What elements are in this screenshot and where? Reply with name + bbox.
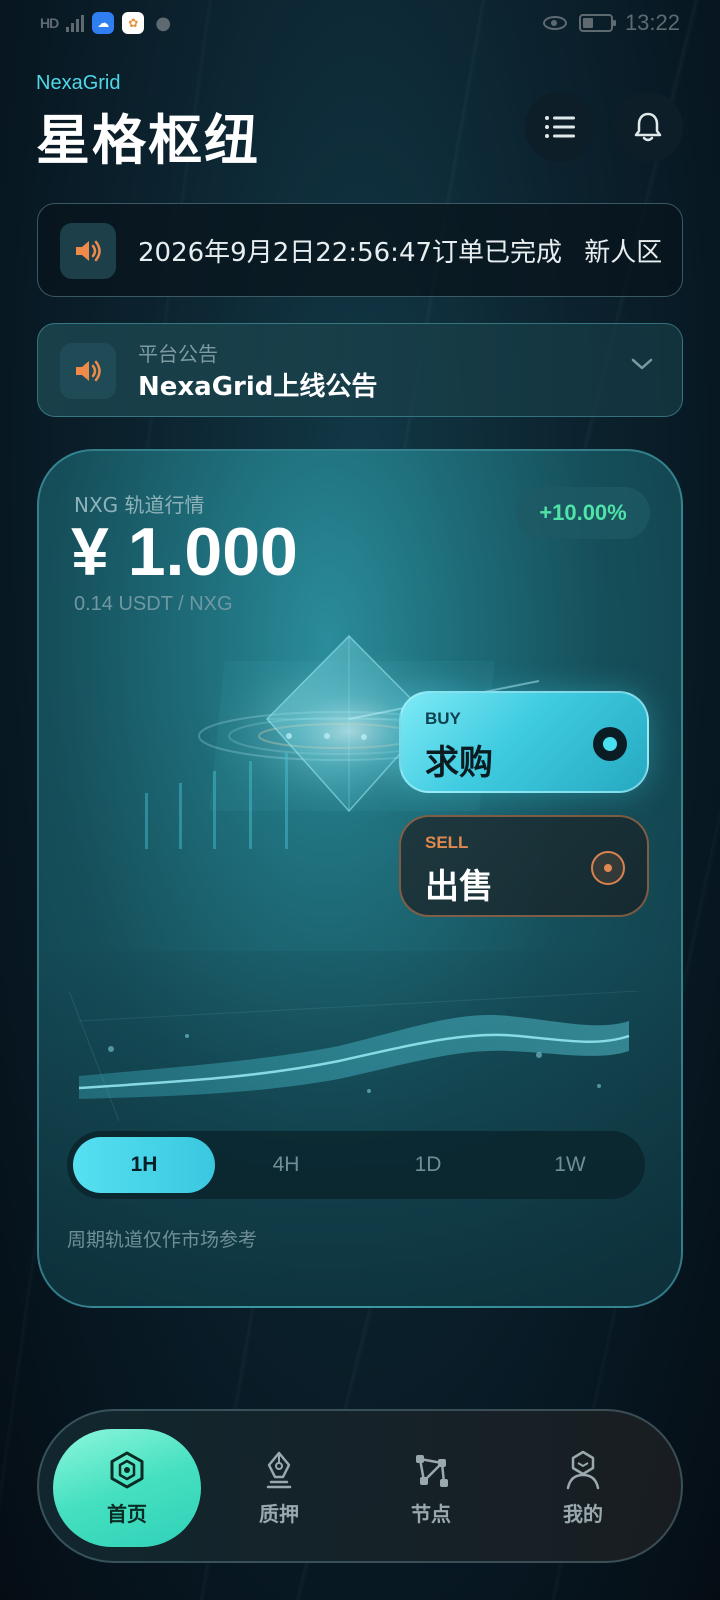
eye-icon	[542, 16, 567, 30]
stake-pen-icon	[266, 1451, 292, 1488]
platform-notice[interactable]: 平台公告 NexaGrid上线公告	[37, 323, 683, 417]
orbit-wave-illustration	[68, 991, 640, 1121]
sell-indicator-icon	[591, 851, 625, 885]
cloud-app-icon: ☁	[92, 12, 115, 34]
price-change-badge: +10.00%	[516, 487, 650, 539]
brand-english: NexaGrid	[36, 72, 121, 94]
notice-title: NexaGrid上线公告	[138, 372, 378, 402]
bottom-nav: 首页 质押 节点 我的	[37, 1409, 683, 1563]
market-usdt-rate: 0.14 USDT / NXG	[74, 593, 233, 615]
period-note: 周期轨道仅作市场参考	[67, 1229, 258, 1251]
ticker-text: 2026年9月2日22:56:47订单已完成 新人区	[138, 232, 678, 269]
nav-item-profile[interactable]: 我的	[509, 1429, 657, 1547]
buy-button[interactable]: BUY 求购	[399, 691, 649, 793]
buy-tag: BUY	[425, 709, 461, 728]
buy-label: 求购	[425, 743, 493, 783]
nav-item-stake[interactable]: 质押	[205, 1429, 353, 1547]
node-network-icon	[416, 1454, 448, 1487]
speaker-icon	[76, 360, 101, 382]
status-time: 13:22	[624, 10, 680, 35]
page-title: 星格枢纽	[36, 109, 260, 172]
signal-icon	[66, 14, 85, 32]
status-left: HD ☁ ✿ ●	[40, 12, 174, 34]
notice-speaker	[60, 343, 116, 399]
expand-notice-button[interactable]	[630, 356, 654, 376]
market-card: NXG 轨道行情 ¥ 1.000 0.14 USDT / NXG +10.00%	[37, 449, 683, 1308]
sell-tag: SELL	[425, 833, 469, 852]
photos-app-icon: ✿	[122, 12, 145, 34]
notice-label: 平台公告	[138, 342, 218, 366]
sell-label: 出售	[425, 867, 493, 907]
nav-label-profile: 我的	[563, 1501, 603, 1526]
chevron-down-icon	[631, 358, 653, 370]
ticker-message-next: 新人区	[584, 238, 663, 268]
bell-icon	[634, 112, 662, 142]
period-tab-1h[interactable]: 1H	[73, 1137, 215, 1193]
chat-app-icon: ●	[155, 12, 172, 34]
ticker-speaker	[60, 223, 116, 279]
order-ticker[interactable]: 2026年9月2日22:56:47订单已完成 新人区	[37, 203, 683, 297]
speaker-icon	[76, 240, 101, 262]
status-bar: HD ☁ ✿ ● 13:22	[0, 0, 720, 48]
notifications-button[interactable]	[613, 92, 683, 162]
profile-icon	[566, 1450, 600, 1489]
battery-icon	[578, 14, 616, 32]
nav-label-stake: 质押	[259, 1501, 299, 1526]
menu-button[interactable]	[525, 92, 595, 162]
menu-list-icon	[545, 116, 575, 138]
market-price: ¥ 1.000	[71, 514, 298, 590]
period-tab-1w[interactable]: 1W	[499, 1137, 641, 1193]
ticker-message: 2026年9月2日22:56:47订单已完成	[138, 238, 563, 268]
network-badge: HD	[40, 15, 59, 31]
buy-indicator-icon	[593, 727, 627, 761]
nav-item-node[interactable]: 节点	[357, 1429, 505, 1547]
sell-button[interactable]: SELL 出售	[399, 815, 649, 917]
nav-label-home: 首页	[107, 1501, 147, 1526]
period-tab-1d[interactable]: 1D	[357, 1137, 499, 1193]
period-selector: 1H 4H 1D 1W	[67, 1131, 645, 1199]
battery-fill	[582, 18, 594, 28]
status-right: 13:22	[542, 10, 680, 36]
nav-label-node: 节点	[411, 1501, 451, 1526]
period-tab-4h[interactable]: 4H	[215, 1137, 357, 1193]
nav-item-home[interactable]: 首页	[53, 1429, 201, 1547]
home-hex-icon	[110, 1451, 144, 1488]
